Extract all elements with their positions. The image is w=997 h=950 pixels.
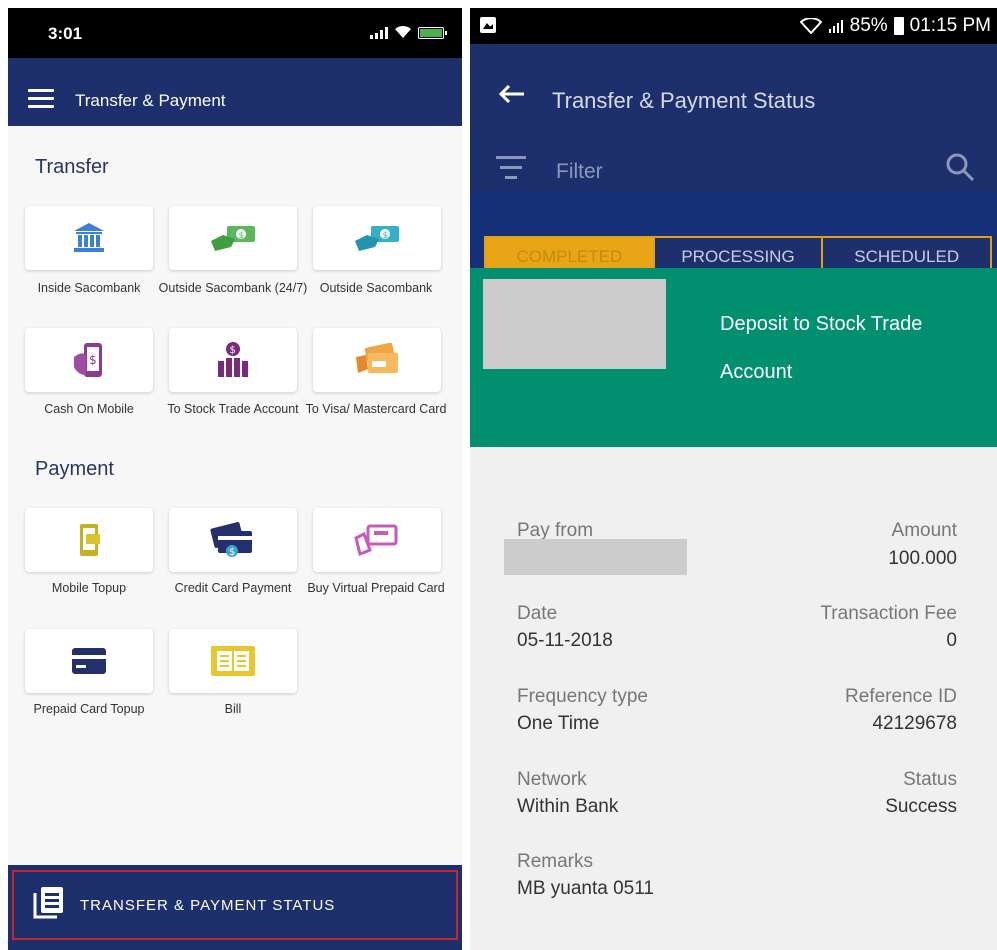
battery-icon — [418, 27, 447, 39]
tile-label-credit-card-payment: Credit Card Payment — [174, 581, 292, 595]
tab-processing[interactable]: PROCESSING — [652, 236, 822, 270]
mobile-cash-icon: $ — [74, 343, 102, 377]
tile-mobile-topup[interactable] — [25, 508, 153, 572]
signal-icon — [828, 20, 843, 33]
svg-text:$: $ — [229, 547, 235, 558]
status-label: Status — [903, 769, 957, 790]
payment-section-title: Payment — [35, 458, 114, 480]
svg-text:$: $ — [230, 345, 236, 356]
tile-label-visa-mastercard: To Visa/ Mastercard Card — [305, 402, 447, 416]
tile-stock-trade[interactable]: $ — [169, 328, 297, 392]
tile-cash-on-mobile[interactable]: $ — [25, 328, 153, 392]
tile-outside-sacombank-247[interactable]: $ — [169, 206, 297, 270]
app-bar: Transfer & Payment — [8, 58, 462, 126]
page-title: Transfer & Payment — [75, 91, 226, 110]
wifi-icon — [395, 25, 411, 38]
tile-label-inside-sacombank: Inside Sacombank — [37, 281, 141, 295]
virtual-card-icon — [354, 524, 398, 556]
tile-credit-card-payment[interactable]: $ — [169, 508, 297, 572]
mobile-topup-icon — [80, 524, 100, 556]
tile-label-bill: Bill — [224, 702, 242, 716]
page-title: Transfer & Payment Status — [552, 88, 816, 113]
svg-text:$: $ — [89, 353, 97, 367]
date-label: Date — [517, 603, 558, 624]
credit-card-pay-icon: $ — [210, 522, 252, 558]
wifi-icon — [799, 18, 822, 34]
redacted-block — [483, 279, 666, 369]
description-line-1: Deposit to Stock Trade — [720, 313, 923, 335]
tile-inside-sacombank[interactable] — [25, 206, 153, 270]
transaction-description: Deposit to Stock Trade Account — [720, 300, 980, 396]
document-list-icon — [33, 887, 63, 919]
tile-label-stock-trade: To Stock Trade Account — [167, 402, 299, 416]
tile-label-virtual-prepaid-card: Buy Virtual Prepaid Card — [307, 581, 445, 595]
network-label: Network — [517, 769, 587, 790]
remarks-value: MB yuanta 0511 — [517, 878, 654, 899]
redacted-account — [504, 539, 687, 575]
right-phone-screen: 85% 01:15 PM Transfer & Payment Status F… — [470, 8, 997, 950]
svg-text:$: $ — [239, 231, 245, 241]
filter-input[interactable]: Filter — [556, 160, 603, 184]
left-phone-screen: 3:01 Transfer & Payment Transfer Inside … — [8, 8, 462, 950]
transfer-section-title: Transfer — [35, 156, 109, 178]
transaction-header-card: Deposit to Stock Trade Account — [470, 268, 997, 447]
tile-label-outside-sacombank-247: Outside Sacombank (24/7) — [158, 281, 308, 295]
tab-completed[interactable]: COMPLETED — [484, 236, 653, 270]
description-line-2: Account — [720, 361, 793, 383]
prepaid-card-icon — [72, 648, 106, 674]
tile-prepaid-card-topup[interactable] — [25, 629, 153, 693]
amount-label: Amount — [891, 520, 957, 541]
fee-label: Transaction Fee — [820, 603, 957, 624]
tile-label-outside-sacombank: Outside Sacombank — [319, 281, 433, 295]
tab-scheduled[interactable]: SCHEDULED — [821, 236, 993, 270]
fee-value: 0 — [946, 630, 957, 651]
status-bar: 3:01 — [8, 8, 462, 58]
status-time: 01:15 PM — [909, 15, 991, 36]
back-arrow-icon[interactable] — [498, 84, 526, 104]
menu-icon[interactable] — [28, 89, 54, 108]
status-button-label: TRANSFER & PAYMENT STATUS — [80, 897, 336, 914]
tile-virtual-prepaid-card[interactable] — [313, 508, 441, 572]
stock-chart-icon: $ — [218, 342, 248, 377]
tile-label-mobile-topup: Mobile Topup — [51, 581, 127, 595]
app-bar: Transfer & Payment Status Filter — [470, 44, 997, 192]
transfer-payment-status-button[interactable]: TRANSFER & PAYMENT STATUS — [8, 865, 462, 950]
status-icons — [370, 25, 447, 39]
frequency-value: One Time — [517, 713, 600, 734]
reference-label: Reference ID — [845, 686, 957, 707]
status-icons: 85% 01:15 PM — [799, 15, 991, 37]
battery-icon — [893, 17, 904, 35]
status-time: 3:01 — [48, 24, 83, 43]
cash-transfer-icon: $ — [355, 226, 399, 251]
remarks-label: Remarks — [517, 851, 594, 872]
status-value: Success — [885, 796, 957, 817]
search-icon[interactable] — [945, 152, 975, 182]
cash-transfer-icon: $ — [211, 226, 255, 251]
tile-label-cash-on-mobile: Cash On Mobile — [44, 402, 134, 416]
bill-icon — [211, 646, 255, 676]
tile-visa-mastercard[interactable] — [313, 328, 441, 392]
filter-icon[interactable] — [496, 156, 526, 180]
tile-bill[interactable] — [169, 629, 297, 693]
svg-text:$: $ — [383, 231, 389, 241]
frequency-label: Frequency type — [517, 686, 648, 707]
date-value: 05-11-2018 — [517, 630, 613, 651]
signal-icon — [370, 27, 388, 39]
image-notification-icon — [480, 17, 496, 33]
bank-icon — [74, 223, 104, 252]
amount-value: 100.000 — [888, 548, 957, 569]
card-hand-icon — [356, 343, 398, 373]
tile-outside-sacombank[interactable]: $ — [313, 206, 441, 270]
battery-percent: 85% — [849, 15, 888, 36]
tile-label-prepaid-card-topup: Prepaid Card Topup — [33, 702, 145, 716]
status-bar: 85% 01:15 PM — [470, 8, 997, 44]
network-value: Within Bank — [517, 796, 619, 817]
status-tabs: COMPLETED PROCESSING SCHEDULED — [484, 236, 993, 270]
reference-value: 42129678 — [872, 713, 957, 734]
